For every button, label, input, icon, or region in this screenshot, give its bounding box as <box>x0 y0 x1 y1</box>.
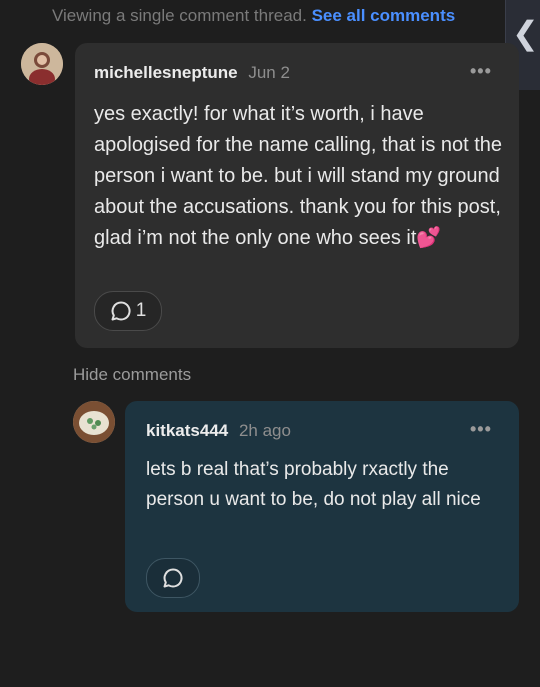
avatar-image <box>21 43 63 85</box>
reply-avatar[interactable] <box>73 401 115 443</box>
speech-bubble-icon <box>111 301 131 321</box>
hide-comments-link[interactable]: Hide comments <box>73 365 191 385</box>
comment-reply-button[interactable]: 1 <box>94 291 162 331</box>
reply-username[interactable]: kitkats444 <box>146 421 228 440</box>
comment-thread-page: Viewing a single comment thread. See all… <box>0 0 540 687</box>
avatar[interactable] <box>21 43 63 85</box>
reply-bubble: kitkats444 2h ago ••• lets b real that’s… <box>125 401 519 612</box>
reply-speech-bubble-icon <box>163 568 183 588</box>
reply-body: lets b real that’s probably rxactly the … <box>146 459 481 510</box>
comment-timestamp: Jun 2 <box>248 63 290 82</box>
more-dots-icon[interactable]: ••• <box>470 61 492 82</box>
comment-bubble: michellesneptune Jun 2 ••• yes exactly! … <box>75 43 519 348</box>
see-all-comments-link[interactable]: See all comments <box>312 6 456 25</box>
reply-count: 1 <box>135 300 147 321</box>
reply-meta: kitkats444 2h ago <box>146 421 291 441</box>
reply-avatar-image <box>73 401 115 443</box>
two-hearts-emoji: 💕 <box>416 227 442 249</box>
comment-username[interactable]: michellesneptune <box>94 63 238 82</box>
comment-body: yes exactly! for what it’s worth, i have… <box>94 99 506 254</box>
comment-meta: michellesneptune Jun 2 <box>94 63 290 83</box>
thread-banner: Viewing a single comment thread. See all… <box>52 6 455 26</box>
reply-timestamp: 2h ago <box>238 421 291 440</box>
banner-text: Viewing a single comment thread. <box>52 6 307 25</box>
reply-more-dots-icon[interactable]: ••• <box>470 419 492 440</box>
reply-reply-button[interactable] <box>146 558 200 598</box>
